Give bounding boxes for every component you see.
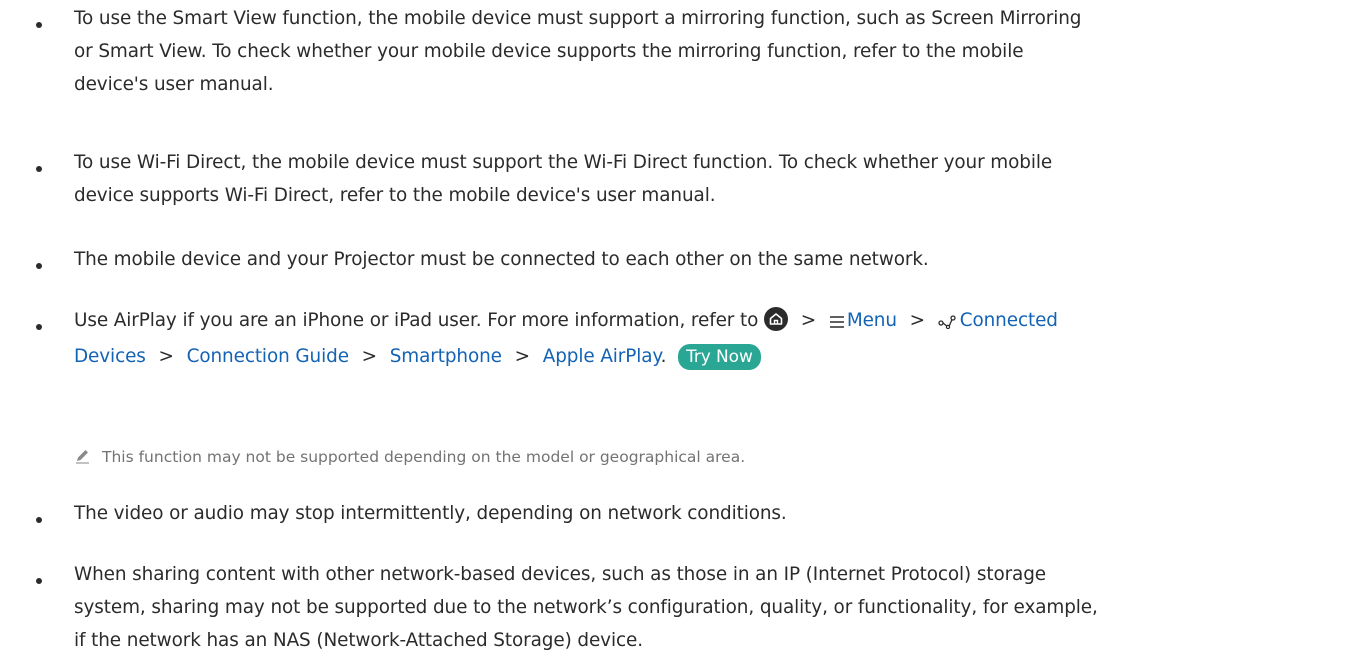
menu-icon bbox=[829, 307, 845, 340]
note-text: This function may not be supported depen… bbox=[102, 448, 746, 466]
text-line: system, sharing may not be supported due… bbox=[74, 597, 1098, 618]
connection-guide-link[interactable]: Connection Guide bbox=[187, 346, 349, 367]
bullet bbox=[36, 517, 42, 523]
text-line: Use AirPlay if you are an iPhone or iPad… bbox=[74, 304, 1336, 340]
bullet bbox=[36, 263, 42, 269]
text-line: To use Wi-Fi Direct, the mobile device m… bbox=[74, 152, 1053, 173]
period: . bbox=[660, 346, 667, 367]
menu-link[interactable]: Menu bbox=[847, 310, 897, 331]
text-line: device's user manual. bbox=[74, 74, 274, 95]
path-separator: > bbox=[909, 310, 925, 331]
text-line: When sharing content with other network-… bbox=[74, 564, 1047, 585]
path-separator: > bbox=[361, 346, 377, 367]
text-line: To use the Smart View function, the mobi… bbox=[74, 8, 1082, 29]
pencil-icon bbox=[74, 447, 92, 472]
smartphone-link[interactable]: Smartphone bbox=[390, 346, 502, 367]
bullet bbox=[36, 166, 42, 172]
bullet bbox=[36, 578, 42, 584]
connected-devices-link-cont[interactable]: Devices bbox=[74, 346, 146, 367]
apple-airplay-link[interactable]: Apple AirPlay bbox=[543, 346, 661, 367]
text-line: or Smart View. To check whether your mob… bbox=[74, 41, 1024, 62]
connected-devices-link[interactable]: Connected bbox=[960, 310, 1058, 331]
home-icon bbox=[764, 307, 789, 331]
text-line: device supports Wi-Fi Direct, refer to t… bbox=[74, 185, 716, 206]
text-line: if the network has an NAS (Network-Attac… bbox=[74, 630, 643, 651]
path-separator: > bbox=[514, 346, 530, 367]
connected-devices-icon bbox=[938, 307, 956, 340]
try-now-button[interactable]: Try Now bbox=[678, 344, 761, 370]
note: This function may not be supported depen… bbox=[74, 445, 745, 472]
bullet bbox=[36, 324, 42, 330]
path-separator: > bbox=[800, 310, 817, 331]
path-separator: > bbox=[158, 346, 174, 367]
bullet bbox=[36, 22, 42, 28]
airplay-intro: Use AirPlay if you are an iPhone or iPad… bbox=[74, 310, 759, 331]
text-line: The mobile device and your Projector mus… bbox=[74, 249, 929, 270]
text-line: Devices > Connection Guide > Smartphone … bbox=[74, 340, 1336, 373]
text-line: The video or audio may stop intermittent… bbox=[74, 503, 787, 524]
